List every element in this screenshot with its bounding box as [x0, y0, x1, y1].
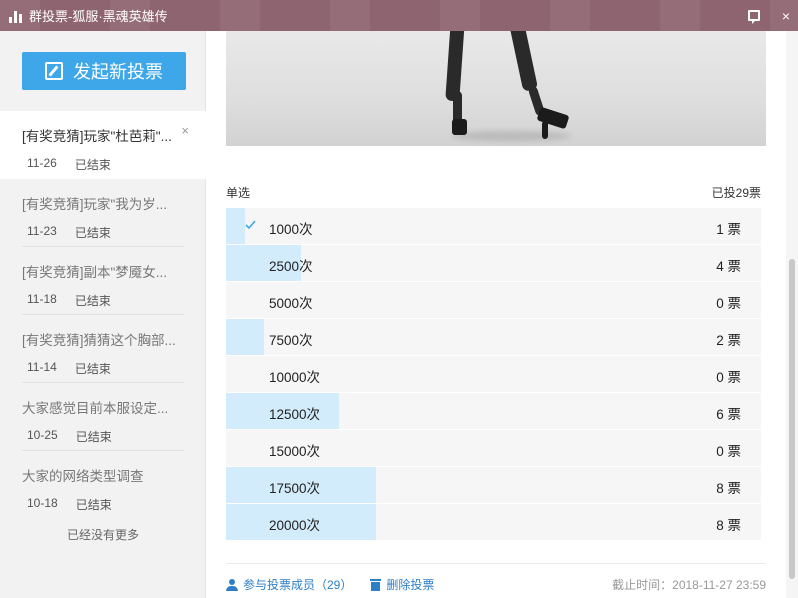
vote-footer: 参与投票成员（29） 删除投票 截止时间：2018-11-27 23:59: [226, 563, 766, 592]
vote-option[interactable]: 15000次 0 票: [226, 430, 761, 467]
vote-option[interactable]: 20000次 8 票: [226, 504, 761, 541]
vote-item-title: [有奖竞猜]玩家"杜芭莉"...: [22, 129, 172, 144]
option-label: 15000次: [269, 444, 321, 459]
option-label: 2500次: [269, 259, 313, 274]
vote-options: 1000次 1 票 2500次 4 票 5000次 0 票 7500次 2 票 …: [226, 208, 761, 541]
vote-list-panel: 发起新投票 [有奖竞猜]玩家"杜芭莉"... 11-26 已结束 × [有奖竞猜…: [0, 31, 206, 598]
vote-list: [有奖竞猜]玩家"杜芭莉"... 11-26 已结束 × [有奖竞猜]玩家"我为…: [0, 111, 206, 519]
vote-list-item[interactable]: 大家的网络类型调查 10-18 已结束: [0, 451, 206, 519]
vote-item-title: 大家的网络类型调查: [22, 469, 144, 484]
vote-bar: [226, 319, 264, 355]
vote-option[interactable]: 1000次 1 票: [226, 208, 761, 245]
person-icon: [226, 578, 238, 591]
vote-image: [226, 31, 766, 146]
option-votes: 8 票: [716, 481, 741, 496]
option-votes: 2 票: [716, 333, 741, 348]
delete-vote-link[interactable]: 删除投票: [370, 576, 434, 593]
scrollbar-thumb[interactable]: [789, 259, 795, 579]
option-label: 10000次: [269, 370, 321, 385]
option-votes: 0 票: [716, 370, 741, 385]
trash-icon: [370, 578, 382, 591]
delete-vote-label: 删除投票: [386, 578, 435, 592]
vote-item-date: 11-18: [27, 292, 57, 306]
check-icon: [245, 218, 256, 231]
poll-app-icon: [9, 9, 23, 23]
option-votes: 6 票: [716, 407, 741, 422]
vote-item-date: 10-18: [27, 496, 58, 510]
vote-list-item[interactable]: [有奖竞猜]猜猜这个胸部... 11-14 已结束: [0, 315, 206, 383]
vote-members-link[interactable]: 参与投票成员（29）: [226, 576, 352, 593]
option-votes: 8 票: [716, 518, 741, 533]
vote-item-status: 已结束: [75, 430, 112, 444]
option-votes: 0 票: [716, 444, 741, 459]
vote-item-date: 10-25: [27, 428, 58, 442]
vote-item-status: 已结束: [74, 294, 111, 308]
option-votes: 1 票: [716, 222, 741, 237]
vote-type-label: 单选: [226, 186, 251, 200]
vote-item-status: 已结束: [75, 498, 112, 512]
option-votes: 4 票: [716, 259, 741, 274]
close-icon[interactable]: ×: [181, 123, 189, 138]
vote-item-title: 大家感觉目前本服设定...: [22, 401, 169, 416]
vote-item-status: 已结束: [74, 226, 111, 240]
option-label: 5000次: [269, 296, 313, 311]
option-label: 20000次: [269, 518, 321, 533]
vote-list-item[interactable]: 大家感觉目前本服设定... 10-25 已结束: [0, 383, 206, 451]
title-bar: 群投票-狐服·黑魂英雄传 ×: [0, 0, 798, 31]
vote-item-status: 已结束: [74, 158, 111, 172]
vote-item-title: [有奖竞猜]玩家"我为岁...: [22, 197, 168, 212]
vote-list-item[interactable]: [有奖竞猜]玩家"我为岁... 11-23 已结束: [0, 179, 206, 247]
option-votes: 0 票: [716, 296, 741, 311]
option-label: 17500次: [269, 481, 321, 496]
edit-icon: [45, 62, 63, 80]
vote-item-status: 已结束: [74, 362, 111, 376]
vote-bar: [226, 208, 245, 244]
option-label: 7500次: [269, 333, 313, 348]
vote-item-date: 11-26: [27, 156, 57, 170]
option-label: 1000次: [269, 222, 313, 237]
total-votes-label: 已投29票: [711, 186, 761, 200]
vote-item-date: 11-23: [27, 224, 57, 238]
vote-item-title: [有奖竞猜]猜猜这个胸部...: [22, 333, 176, 348]
vote-option[interactable]: 2500次 4 票: [226, 245, 761, 282]
vote-option[interactable]: 17500次 8 票: [226, 467, 761, 504]
vote-option[interactable]: 12500次 6 票: [226, 393, 761, 430]
deadline-label: 截止时间：2018-11-27 23:59: [612, 578, 766, 592]
vote-item-title: [有奖竞猜]副本"梦魇女...: [22, 265, 168, 280]
close-window-button[interactable]: ×: [782, 9, 790, 23]
new-vote-button[interactable]: 发起新投票: [22, 52, 186, 90]
vote-option[interactable]: 10000次 0 票: [226, 356, 761, 393]
vote-option[interactable]: 5000次 0 票: [226, 282, 761, 319]
scrollbar[interactable]: [786, 31, 798, 598]
feedback-icon[interactable]: [747, 10, 760, 24]
new-vote-label: 发起新投票: [73, 62, 163, 82]
window-title: 群投票-狐服·黑魂英雄传: [29, 9, 168, 24]
vote-members-label: 参与投票成员（29）: [243, 578, 353, 592]
no-more-label: 已经没有更多: [66, 528, 139, 542]
vote-item-date: 11-14: [27, 360, 57, 374]
vote-detail-panel: 单选 已投29票 1000次 1 票 2500次 4 票 5000次 0 票 7…: [206, 31, 798, 598]
vote-option[interactable]: 7500次 2 票: [226, 319, 761, 356]
vote-list-item[interactable]: [有奖竞猜]副本"梦魇女... 11-18 已结束: [0, 247, 206, 315]
option-label: 12500次: [269, 407, 321, 422]
vote-list-item[interactable]: [有奖竞猜]玩家"杜芭莉"... 11-26 已结束 ×: [0, 111, 206, 179]
